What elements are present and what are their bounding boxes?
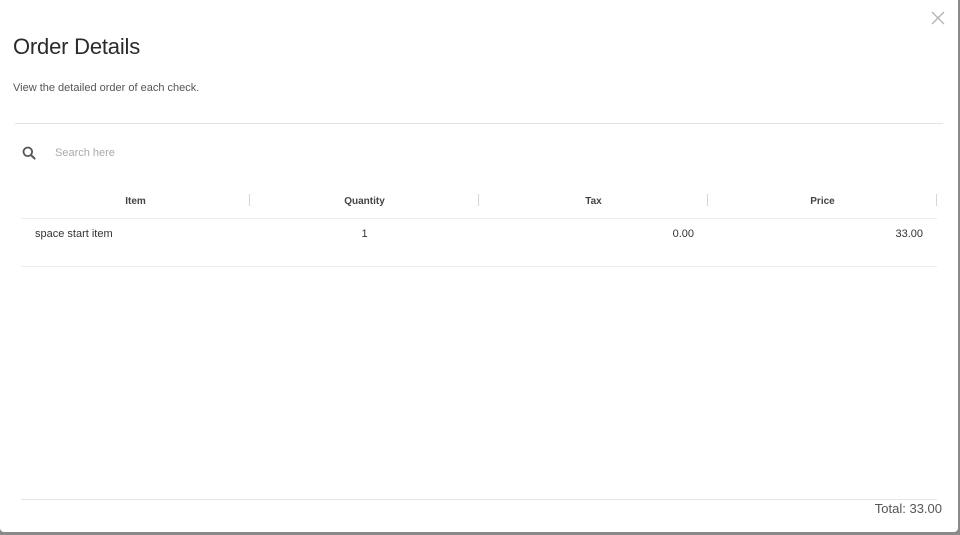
column-header-price-label: Price (810, 196, 835, 207)
order-table: Item Quantity Tax Price space start item… (21, 185, 937, 267)
column-header-quantity[interactable]: Quantity (250, 185, 479, 218)
column-header-tax[interactable]: Tax (479, 185, 708, 218)
cell-price: 33.00 (895, 228, 923, 240)
column-header-quantity-label: Quantity (344, 196, 385, 207)
column-resize-handle[interactable] (936, 194, 937, 206)
column-header-item[interactable]: Item (21, 185, 250, 218)
cell-tax: 0.00 (672, 228, 694, 240)
cell-quantity: 1 (361, 228, 368, 240)
search-input[interactable] (53, 146, 357, 160)
footer-divider (21, 499, 937, 500)
cell-item: space start item (35, 228, 113, 240)
column-header-item-label: Item (125, 196, 146, 207)
column-header-tax-label: Tax (585, 196, 602, 207)
modal-subtitle: View the detailed order of each check. (13, 82, 200, 94)
header-divider (15, 123, 943, 124)
order-total: Total: 33.00 (874, 501, 942, 516)
close-icon (931, 11, 945, 25)
modal-title: Order Details (13, 34, 140, 59)
table-row[interactable]: space start item 1 0.00 33.00 (21, 219, 937, 267)
search-icon (20, 144, 38, 162)
search-bar (20, 140, 420, 166)
table-header: Item Quantity Tax Price (21, 185, 937, 219)
close-button[interactable] (928, 8, 948, 28)
column-header-price[interactable]: Price (708, 185, 937, 218)
order-details-modal: Order Details View the detailed order of… (0, 0, 958, 532)
